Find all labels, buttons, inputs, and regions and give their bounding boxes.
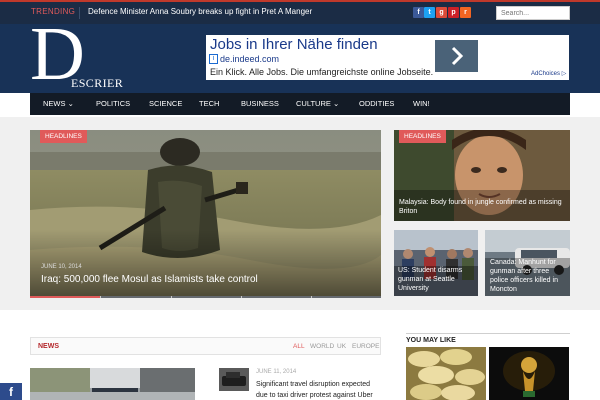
headlines-tag[interactable]: HEADLINES	[40, 130, 87, 143]
ad-description: Ein Klick. Alle Jobs. Die umfangreichste…	[210, 67, 434, 77]
tile-caption[interactable]: US: Student disarms gunman at Seattle Un…	[398, 266, 476, 293]
featured-tile-moncton[interactable]: Canada: Manhunt for gunman after three p…	[485, 230, 570, 296]
adchoices-label: AdChoices	[531, 71, 561, 77]
slider-segment[interactable]	[242, 296, 311, 298]
nav-item-news[interactable]: NEWS ⌄	[43, 99, 74, 108]
chevron-down-icon: ⌄	[67, 99, 74, 108]
news-lead-image[interactable]	[30, 368, 195, 400]
facebook-icon: f	[9, 385, 13, 399]
main-featured-image[interactable]: HEADLINES	[30, 130, 381, 296]
adchoices-link[interactable]: AdChoices ▷	[531, 70, 566, 77]
facebook-share-button[interactable]: f	[0, 383, 22, 400]
tile-caption[interactable]: Canada: Manhunt for gunman after three p…	[490, 258, 568, 294]
main-nav: NEWS ⌄ POLITICS SCIENCE TECH BUSINESS CU…	[30, 93, 570, 115]
main-story-date: JUNE 10, 2014	[41, 264, 82, 270]
nav-item-oddities[interactable]: ODDITIES	[359, 99, 394, 108]
you-may-like-label: YOU MAY LIKE	[406, 337, 456, 344]
ad-arrow-button[interactable]	[435, 40, 478, 72]
featured-tile-malaysia[interactable]: HEADLINES Malaysia: Body found in jungle…	[394, 130, 570, 221]
slider-segment[interactable]	[172, 296, 241, 298]
recommended-item-image[interactable]	[406, 347, 486, 400]
ad-title[interactable]: Jobs in Ihrer Nähe finden	[210, 36, 378, 53]
street-photo	[30, 368, 195, 400]
news-item-date: JUNE 11, 2014	[256, 369, 297, 375]
main-story-title[interactable]: Iraq: 500,000 flee Mosul as Islamists ta…	[41, 274, 258, 285]
rss-icon[interactable]: r	[460, 7, 471, 18]
featured-tile-seattle[interactable]: US: Student disarms gunman at Seattle Un…	[394, 230, 478, 296]
twitter-icon[interactable]: t	[424, 7, 435, 18]
trending-headline-link[interactable]: Defence Minister Anna Soubry breaks up f…	[88, 7, 312, 16]
facebook-icon[interactable]: f	[413, 7, 424, 18]
nav-item-politics[interactable]: POLITICS	[96, 99, 130, 108]
google-plus-icon[interactable]: g	[436, 7, 447, 18]
filter-all[interactable]: ALL	[293, 343, 305, 350]
filter-uk[interactable]: UK	[337, 343, 346, 350]
nav-label: CULTURE	[296, 99, 331, 108]
slider-progress-fill	[30, 296, 101, 298]
news-section-label: NEWS	[38, 343, 59, 350]
nav-item-culture[interactable]: CULTURE ⌄	[296, 99, 339, 108]
news-item-headline[interactable]: Significant travel disruption expected d…	[256, 379, 381, 400]
news-item-thumbnail[interactable]	[219, 368, 249, 391]
divider	[406, 333, 570, 334]
chevron-right-icon	[451, 46, 463, 66]
slider-segment[interactable]	[312, 296, 381, 298]
site-logo-text[interactable]: ESCRIER	[71, 76, 123, 91]
headlines-tag[interactable]: HEADLINES	[399, 130, 446, 143]
slider-progress	[30, 296, 381, 298]
recommended-item-image[interactable]	[489, 347, 569, 400]
nav-label: NEWS	[43, 99, 66, 108]
adchoices-icon: ▷	[561, 71, 567, 77]
slider-segment[interactable]	[101, 296, 171, 298]
nav-item-tech[interactable]: TECH	[199, 99, 219, 108]
trophy-photo	[489, 347, 569, 400]
taxi-photo	[219, 368, 249, 391]
filter-world[interactable]: WORLD	[310, 343, 334, 350]
food-photo	[406, 347, 486, 400]
ad-url[interactable]: de.indeed.com	[220, 54, 279, 64]
filter-europe[interactable]: EUROPE	[352, 343, 379, 350]
trending-bar: TRENDING Defence Minister Anna Soubry br…	[0, 0, 600, 24]
nav-item-science[interactable]: SCIENCE	[149, 99, 182, 108]
advertisement-banner[interactable]: Jobs in Ihrer Nähe finden i de.indeed.co…	[206, 35, 569, 80]
news-section-header: NEWS ALL WORLD UK EUROPE	[30, 337, 381, 355]
tile-caption[interactable]: Malaysia: Body found in jungle confirmed…	[399, 198, 567, 216]
nav-item-win[interactable]: WIN!	[413, 99, 430, 108]
chevron-down-icon: ⌄	[332, 99, 340, 108]
pinterest-icon[interactable]: p	[448, 7, 459, 18]
soldier-photo	[30, 130, 381, 296]
nav-item-business[interactable]: BUSINESS	[241, 99, 279, 108]
ad-info-icon: i	[209, 54, 218, 64]
search-input[interactable]	[496, 6, 570, 20]
